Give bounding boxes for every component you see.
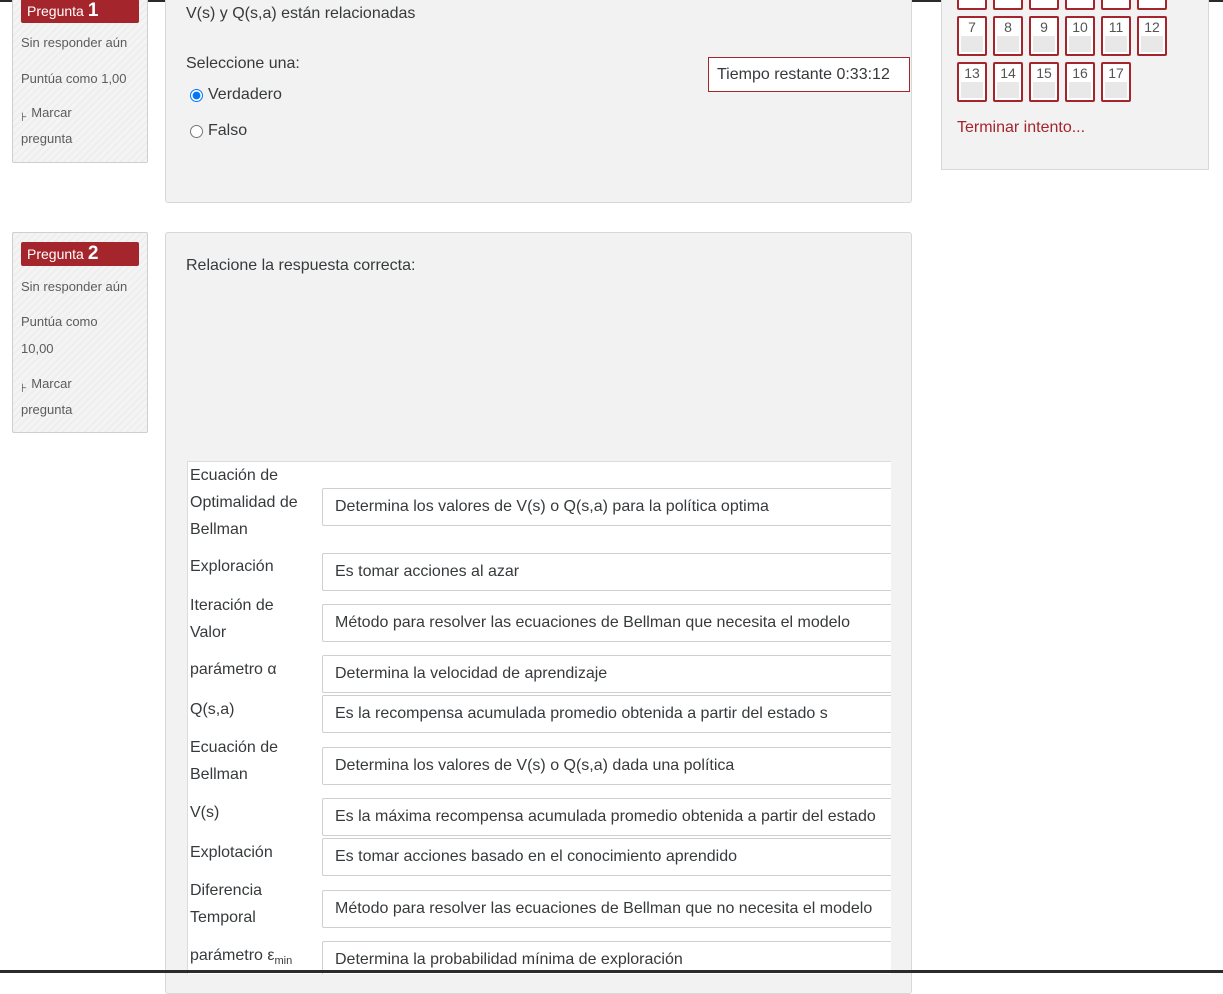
question-badge-label: Pregunta (27, 3, 84, 19)
nav-button-partial[interactable] (1029, 0, 1059, 10)
flag-icon: ⊦ (21, 110, 28, 124)
match-term: Ecuación de Bellman (190, 739, 279, 783)
question-1-info: Pregunta 1 Sin responder aún Puntúa como … (12, 0, 148, 163)
flag-label-2: pregunta (21, 402, 73, 417)
nav-button-partial[interactable] (993, 0, 1023, 10)
flag-question-link[interactable]: ⊦ Marcar pregunta (21, 371, 72, 423)
nav-button-14[interactable]: 14 (993, 62, 1023, 102)
match-answer-select[interactable]: Determina la velocidad de aprendizaje (322, 655, 891, 693)
option-verdadero[interactable]: Verdadero (190, 86, 282, 104)
radio-verdadero[interactable] (190, 88, 203, 102)
question-text: V(s) y Q(s,a) están relacionadas (186, 5, 416, 22)
option-falso[interactable]: Falso (190, 122, 247, 140)
question-grade-value: 10,00 (21, 341, 54, 356)
match-term: V(s) (190, 804, 220, 821)
flag-question-link[interactable]: ⊦ Marcar pregunta (21, 100, 72, 152)
nav-button-17[interactable]: 17 (1101, 62, 1131, 102)
nav-button-15[interactable]: 15 (1029, 62, 1059, 102)
nav-button-16[interactable]: 16 (1065, 62, 1095, 102)
match-term: Ecuación de Optimalidad de Bellman (190, 467, 298, 538)
match-term: Explotación (190, 844, 273, 861)
match-term: Exploración (190, 558, 274, 575)
epsilon-subscript: min (274, 955, 293, 968)
match-term: Iteración de Valor (190, 597, 274, 641)
question-1-badge: Pregunta 1 (21, 0, 139, 23)
answer-prompt: Seleccione una: (186, 55, 300, 72)
match-answer-select[interactable]: Método para resolver las ecuaciones de B… (322, 890, 891, 928)
question-text: Relacione la respuesta correcta: (186, 257, 416, 274)
nav-button-10[interactable]: 10 (1065, 16, 1095, 56)
nav-button-partial[interactable] (1065, 0, 1095, 10)
option-label: Falso (208, 122, 248, 139)
question-badge-number: 2 (87, 243, 99, 264)
flag-label-2: pregunta (21, 131, 73, 146)
nav-button-partial[interactable] (1137, 0, 1167, 10)
match-answer-select[interactable]: Es la recompensa acumulada promedio obte… (322, 695, 891, 733)
match-answer-select[interactable]: Es tomar acciones basado en el conocimie… (322, 838, 891, 876)
quiz-navigation: 7 8 9 10 11 12 13 14 15 16 17 Terminar i… (941, 0, 1209, 170)
question-state: Sin responder aún (21, 279, 128, 294)
timer-box: Tiempo restante 0:33:12 (708, 57, 910, 92)
flag-label: Marcar (31, 376, 72, 391)
match-answer-select[interactable]: Determina los valores de V(s) o Q(s,a) d… (322, 747, 891, 785)
nav-button-partial[interactable] (1101, 0, 1131, 10)
option-label: Verdadero (208, 86, 282, 103)
nav-button-12[interactable]: 12 (1137, 16, 1167, 56)
match-term: Diferencia Temporal (190, 882, 263, 926)
nav-button-9[interactable]: 9 (1029, 16, 1059, 56)
nav-button-8[interactable]: 8 (993, 16, 1023, 56)
radio-falso[interactable] (190, 124, 203, 138)
nav-button-11[interactable]: 11 (1101, 16, 1131, 56)
question-state: Sin responder aún (21, 35, 128, 50)
flag-label: Marcar (31, 105, 72, 120)
question-grade: Puntúa como (21, 314, 98, 329)
match-answer-select[interactable]: Determina los valores de V(s) o Q(s,a) p… (322, 488, 891, 526)
match-term: Q(s,a) (190, 701, 235, 718)
nav-button-13[interactable]: 13 (957, 62, 987, 102)
question-grade: Puntúa como 1,00 (21, 71, 127, 86)
match-answer-select[interactable]: Método para resolver las ecuaciones de B… (322, 604, 891, 642)
question-1-content: V(s) y Q(s,a) están relacionadas Selecci… (165, 0, 912, 203)
question-badge-number: 1 (87, 0, 99, 21)
match-term: parámetro α (190, 661, 277, 678)
finish-attempt-link[interactable]: Terminar intento... (957, 119, 1085, 137)
question-2-content: Relacione la respuesta correcta: Ecuació… (165, 232, 912, 994)
matching-table: Ecuación de Optimalidad de Bellman Deter… (187, 461, 891, 974)
question-2-info: Pregunta 2 Sin responder aún Puntúa como … (12, 232, 148, 433)
nav-button-7[interactable]: 7 (957, 16, 987, 56)
match-answer-select[interactable]: Es la máxima recompensa acumulada promed… (322, 798, 891, 836)
question-badge-label: Pregunta (27, 246, 84, 262)
question-2-badge: Pregunta 2 (21, 242, 139, 266)
nav-button-partial[interactable] (957, 0, 987, 10)
flag-icon: ⊦ (21, 381, 28, 395)
match-answer-select[interactable]: Es tomar acciones al azar (322, 553, 891, 591)
